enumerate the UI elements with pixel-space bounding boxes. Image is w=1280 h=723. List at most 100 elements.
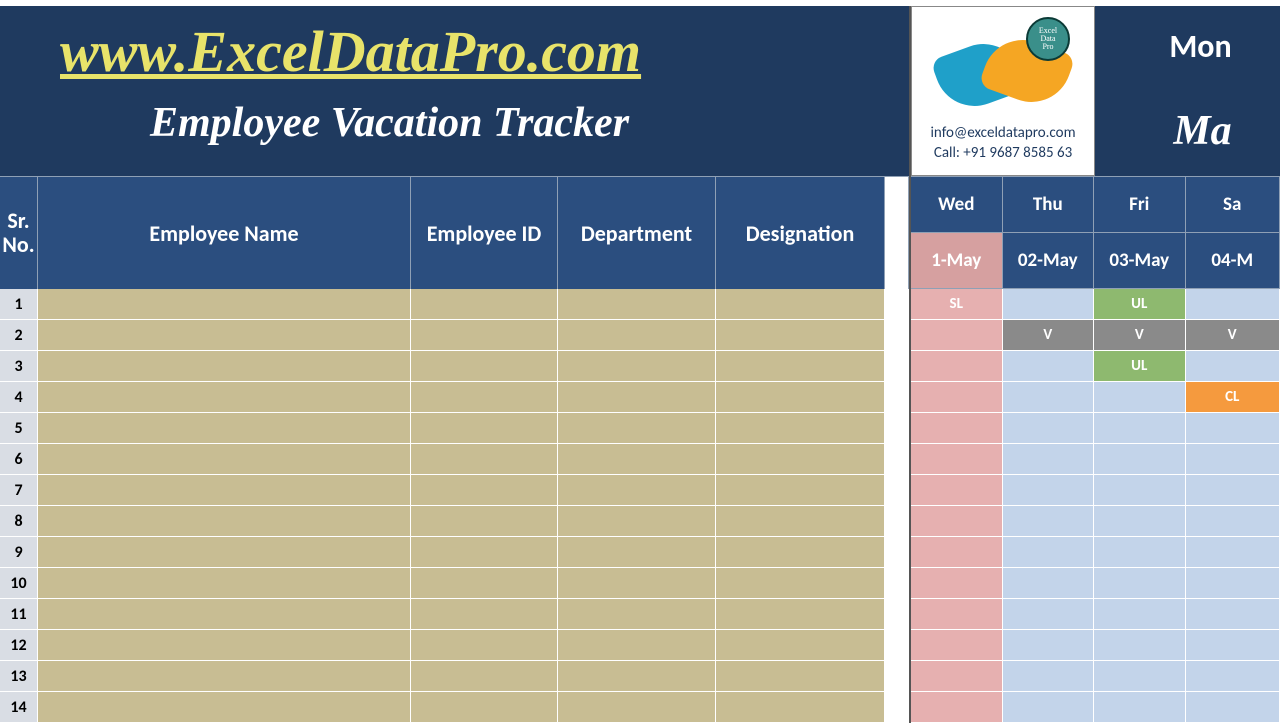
- cell-desg[interactable]: [716, 537, 885, 568]
- calendar-cell[interactable]: [1003, 413, 1095, 444]
- calendar-cell[interactable]: [1003, 692, 1095, 723]
- calendar-cell[interactable]: [911, 444, 1003, 475]
- calendar-cell[interactable]: V: [1094, 320, 1186, 351]
- cell-emp-name[interactable]: [38, 351, 411, 382]
- cell-emp-name[interactable]: [38, 289, 411, 320]
- calendar-cell[interactable]: [1003, 444, 1095, 475]
- cell-dept[interactable]: [558, 692, 716, 723]
- cell-dept[interactable]: [558, 661, 716, 692]
- calendar-cell[interactable]: [1186, 351, 1280, 382]
- calendar-cell[interactable]: [911, 568, 1003, 599]
- calendar-cell[interactable]: [1186, 661, 1280, 692]
- calendar-cell[interactable]: [911, 320, 1003, 351]
- cell-desg[interactable]: [716, 661, 885, 692]
- cell-emp-name[interactable]: [38, 661, 411, 692]
- calendar-cell[interactable]: [1186, 506, 1280, 537]
- calendar-cell[interactable]: CL: [1186, 382, 1280, 413]
- calendar-cell[interactable]: [1003, 351, 1095, 382]
- calendar-cell[interactable]: [911, 382, 1003, 413]
- cell-emp-id[interactable]: [411, 568, 558, 599]
- calendar-cell[interactable]: [1094, 475, 1186, 506]
- calendar-cell[interactable]: [1003, 506, 1095, 537]
- calendar-cell[interactable]: UL: [1094, 351, 1186, 382]
- calendar-cell[interactable]: [911, 351, 1003, 382]
- cell-emp-id[interactable]: [411, 289, 558, 320]
- calendar-cell[interactable]: [1094, 568, 1186, 599]
- cell-dept[interactable]: [558, 537, 716, 568]
- cell-emp-id[interactable]: [411, 661, 558, 692]
- cell-desg[interactable]: [716, 382, 885, 413]
- cell-desg[interactable]: [716, 475, 885, 506]
- calendar-cell[interactable]: [1003, 382, 1095, 413]
- calendar-cell[interactable]: [1186, 599, 1280, 630]
- calendar-cell[interactable]: [1094, 692, 1186, 723]
- calendar-cell[interactable]: [1186, 630, 1280, 661]
- calendar-cell[interactable]: UL: [1094, 289, 1186, 320]
- cell-desg[interactable]: [716, 444, 885, 475]
- calendar-cell[interactable]: [1003, 661, 1095, 692]
- cell-dept[interactable]: [558, 413, 716, 444]
- cell-dept[interactable]: [558, 351, 716, 382]
- cell-desg[interactable]: [716, 413, 885, 444]
- calendar-cell[interactable]: V: [1186, 320, 1280, 351]
- cell-emp-name[interactable]: [38, 444, 411, 475]
- cell-desg[interactable]: [716, 506, 885, 537]
- calendar-cell[interactable]: [911, 413, 1003, 444]
- calendar-cell[interactable]: [911, 692, 1003, 723]
- calendar-cell[interactable]: [911, 599, 1003, 630]
- cell-emp-name[interactable]: [38, 630, 411, 661]
- cell-dept[interactable]: [558, 382, 716, 413]
- calendar-cell[interactable]: [911, 630, 1003, 661]
- calendar-cell[interactable]: [1186, 568, 1280, 599]
- cell-dept[interactable]: [558, 630, 716, 661]
- calendar-cell[interactable]: [1003, 568, 1095, 599]
- cell-emp-name[interactable]: [38, 506, 411, 537]
- calendar-cell[interactable]: [911, 475, 1003, 506]
- cell-emp-name[interactable]: [38, 382, 411, 413]
- calendar-cell[interactable]: [1094, 413, 1186, 444]
- cell-desg[interactable]: [716, 568, 885, 599]
- cell-emp-name[interactable]: [38, 568, 411, 599]
- calendar-cell[interactable]: [1094, 537, 1186, 568]
- cell-dept[interactable]: [558, 475, 716, 506]
- cell-desg[interactable]: [716, 630, 885, 661]
- calendar-cell[interactable]: [911, 506, 1003, 537]
- cell-emp-id[interactable]: [411, 320, 558, 351]
- calendar-cell[interactable]: [911, 537, 1003, 568]
- cell-desg[interactable]: [716, 692, 885, 723]
- cell-emp-id[interactable]: [411, 351, 558, 382]
- cell-desg[interactable]: [716, 599, 885, 630]
- calendar-cell[interactable]: [1186, 289, 1280, 320]
- cell-emp-name[interactable]: [38, 599, 411, 630]
- calendar-cell[interactable]: SL: [911, 289, 1003, 320]
- calendar-cell[interactable]: [1094, 506, 1186, 537]
- cell-dept[interactable]: [558, 320, 716, 351]
- calendar-cell[interactable]: [1003, 289, 1095, 320]
- cell-dept[interactable]: [558, 506, 716, 537]
- cell-emp-id[interactable]: [411, 630, 558, 661]
- cell-emp-id[interactable]: [411, 475, 558, 506]
- cell-emp-id[interactable]: [411, 413, 558, 444]
- cell-emp-name[interactable]: [38, 413, 411, 444]
- cell-dept[interactable]: [558, 444, 716, 475]
- calendar-cell[interactable]: [1003, 599, 1095, 630]
- cell-desg[interactable]: [716, 289, 885, 320]
- calendar-cell[interactable]: [1186, 692, 1280, 723]
- cell-emp-name[interactable]: [38, 692, 411, 723]
- calendar-cell[interactable]: [1186, 475, 1280, 506]
- calendar-cell[interactable]: [1186, 537, 1280, 568]
- cell-dept[interactable]: [558, 568, 716, 599]
- calendar-cell[interactable]: [1094, 661, 1186, 692]
- cell-emp-id[interactable]: [411, 382, 558, 413]
- calendar-cell[interactable]: [1186, 413, 1280, 444]
- cell-desg[interactable]: [716, 351, 885, 382]
- calendar-cell[interactable]: [1094, 444, 1186, 475]
- cell-emp-id[interactable]: [411, 444, 558, 475]
- calendar-cell[interactable]: [1003, 537, 1095, 568]
- cell-dept[interactable]: [558, 289, 716, 320]
- cell-emp-name[interactable]: [38, 475, 411, 506]
- cell-emp-name[interactable]: [38, 320, 411, 351]
- cell-emp-id[interactable]: [411, 692, 558, 723]
- calendar-cell[interactable]: [1003, 475, 1095, 506]
- calendar-cell[interactable]: [911, 661, 1003, 692]
